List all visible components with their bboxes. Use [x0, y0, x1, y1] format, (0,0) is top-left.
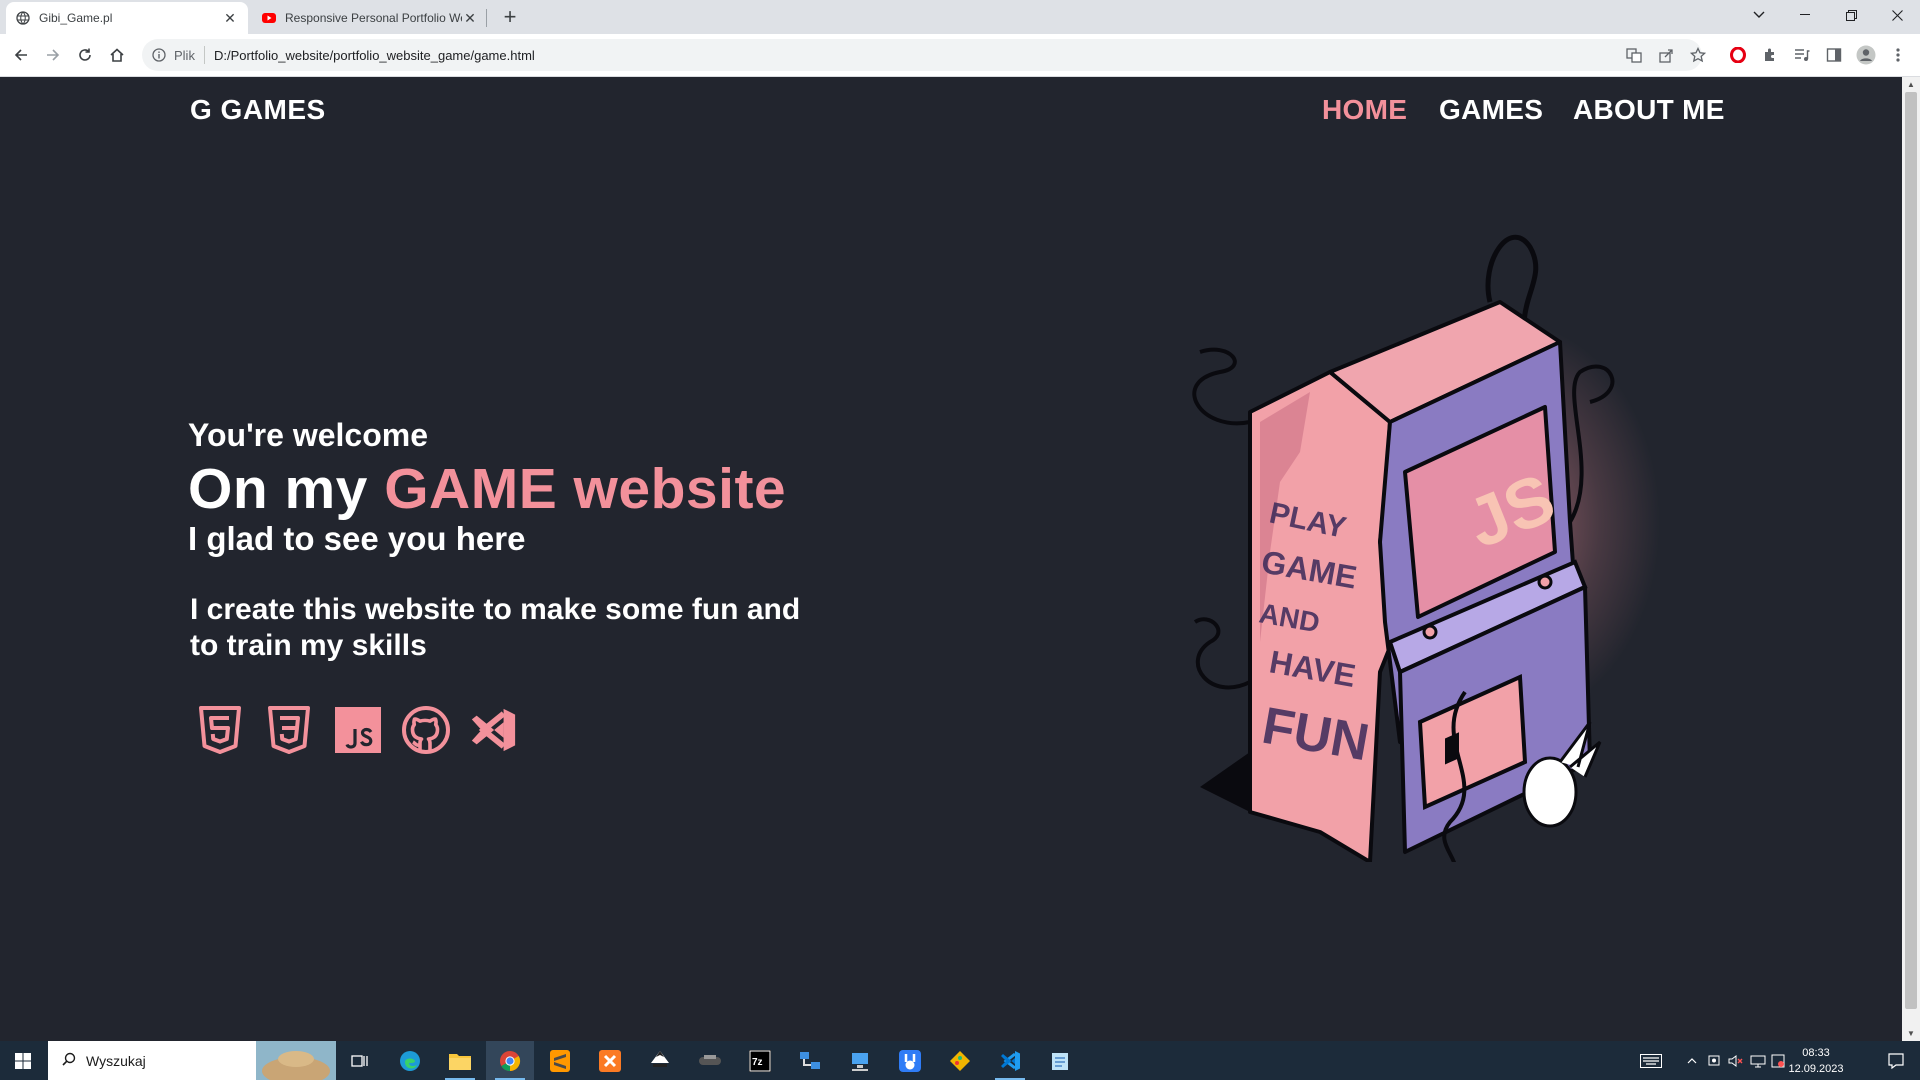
location-tray-icon[interactable] [1704, 1041, 1724, 1080]
scroll-down-icon[interactable]: ▼ [1907, 1029, 1915, 1038]
file-explorer-app-icon[interactable] [436, 1041, 484, 1080]
xampp-app-icon[interactable] [586, 1041, 634, 1080]
share-icon[interactable] [1656, 45, 1676, 65]
search-highlight-image [256, 1041, 336, 1080]
youtube-icon [262, 11, 276, 25]
volume-muted-icon[interactable] [1726, 1041, 1746, 1080]
sync-tray-icon[interactable] [1770, 1041, 1786, 1080]
profile-avatar-icon[interactable] [1856, 45, 1876, 65]
side-panel-icon[interactable] [1824, 45, 1844, 65]
site-info-icon[interactable] [152, 48, 166, 62]
bunny-body [1522, 756, 1578, 828]
git-app-icon[interactable] [936, 1041, 984, 1080]
taskbar-clock[interactable]: 08:33 12.09.2023 [1786, 1045, 1846, 1077]
close-tab-icon[interactable]: ✕ [462, 10, 478, 26]
windows-logo-icon [15, 1052, 31, 1069]
clock-time: 08:33 [1802, 1047, 1830, 1059]
svg-text:7z: 7z [752, 1057, 763, 1068]
joystick-left [1422, 624, 1438, 640]
scroll-up-icon[interactable]: ▲ [1907, 80, 1915, 89]
extensions-icon[interactable] [1760, 45, 1780, 65]
7zip-app-icon[interactable]: 7z [736, 1041, 784, 1080]
minimize-button[interactable] [1782, 0, 1828, 30]
web-page: G GAMES HOME GAMES ABOUT ME You're welco… [0, 77, 1920, 1041]
clock-date: 12.09.2023 [1788, 1063, 1844, 1075]
chrome-app-icon[interactable] [486, 1041, 534, 1080]
search-icon [62, 1052, 76, 1069]
sublime-app-icon[interactable] [536, 1041, 584, 1080]
nav-home[interactable]: HOME [1322, 94, 1407, 126]
game-app-icon[interactable] [686, 1041, 734, 1080]
tab-strip: Gibi_Game.pl ✕ Responsive Personal Portf… [0, 0, 1920, 34]
start-button[interactable] [0, 1041, 46, 1080]
network-app-icon[interactable] [786, 1041, 834, 1080]
url-scheme-label: Plik [174, 47, 195, 63]
tab-title: Responsive Personal Portfolio We [285, 11, 462, 25]
hero-title: On my GAME website [188, 456, 786, 522]
home-button[interactable] [103, 41, 131, 69]
remote-app-icon[interactable] [836, 1041, 884, 1080]
edge-app-icon[interactable] [386, 1041, 434, 1080]
translate-icon[interactable] [1624, 45, 1644, 65]
vscode-icon[interactable] [468, 704, 518, 756]
joystick-right [1537, 574, 1553, 590]
site-logo[interactable]: G GAMES [190, 94, 326, 126]
browser-chrome: Gibi_Game.pl ✕ Responsive Personal Portf… [0, 0, 1920, 77]
globe-icon [16, 11, 30, 25]
cord-left [1192, 347, 1251, 426]
back-button[interactable] [7, 41, 35, 69]
address-bar[interactable]: Plik D:/Portfolio_website/portfolio_webs… [142, 39, 1702, 71]
tab-title: Gibi_Game.pl [39, 11, 113, 25]
nav-about-me[interactable]: ABOUT ME [1573, 94, 1725, 126]
hero-subtitle: I glad to see you here [188, 520, 526, 557]
scroll-thumb[interactable] [1905, 92, 1917, 1009]
url-divider [203, 46, 205, 64]
forward-button[interactable] [39, 41, 67, 69]
hero-title-prefix: On my [188, 457, 385, 521]
vscode-app-icon[interactable] [986, 1041, 1034, 1080]
bookmark-star-icon[interactable] [1688, 45, 1708, 65]
taskbar-search-box[interactable]: Wyszukaj [48, 1041, 336, 1080]
inkscape-app-icon[interactable] [636, 1041, 684, 1080]
url-text[interactable]: D:/Portfolio_website/portfolio_website_g… [214, 48, 535, 63]
welcome-heading: You're welcome [188, 417, 428, 453]
page-scrollbar[interactable]: ▲ ▼ [1902, 77, 1920, 1041]
browser-menu-icon[interactable] [1888, 45, 1908, 65]
hero-title-accent: GAME website [384, 457, 787, 521]
cord-left-lower [1193, 617, 1251, 690]
opera-icon[interactable] [1728, 45, 1748, 65]
hero-description: I create this website to make some fun a… [190, 593, 801, 662]
hero-text: You're welcome On my GAME website I glad… [188, 417, 786, 558]
html5-icon[interactable] [195, 704, 245, 756]
close-tab-icon[interactable]: ✕ [222, 10, 238, 26]
show-hidden-icons[interactable] [1682, 1041, 1702, 1080]
restore-button[interactable] [1828, 0, 1874, 30]
tab-gibi-game[interactable]: Gibi_Game.pl ✕ [6, 2, 248, 34]
tab-separator [486, 9, 487, 27]
github-icon[interactable] [401, 704, 451, 756]
task-view-button[interactable] [336, 1041, 384, 1080]
new-tab-button[interactable]: + [498, 6, 522, 30]
nav-games[interactable]: GAMES [1439, 94, 1543, 126]
cabinet-shadow [1200, 752, 1250, 812]
notepad-app-icon[interactable] [1036, 1041, 1084, 1080]
reload-button[interactable] [71, 41, 99, 69]
css3-icon[interactable] [264, 704, 314, 756]
media-control-icon[interactable] [1792, 45, 1812, 65]
tab-search-icon[interactable] [1736, 0, 1782, 30]
notifications-icon[interactable] [1872, 1041, 1920, 1080]
browser-toolbar: Plik D:/Portfolio_website/portfolio_webs… [0, 34, 1920, 77]
tab-portfolio[interactable]: Responsive Personal Portfolio We ✕ [252, 2, 488, 34]
javascript-icon[interactable] [333, 704, 383, 756]
keyboard-layout-icon[interactable] [1631, 1041, 1671, 1080]
network-tray-icon[interactable] [1748, 1041, 1768, 1080]
bunny-app-icon[interactable] [886, 1041, 934, 1080]
search-placeholder: Wyszukaj [86, 1052, 146, 1069]
windows-taskbar: Wyszukaj 7z 08:33 12.09.2023 [0, 1041, 1920, 1080]
arcade-machine-illustration: JS PLAY GAME AND HAVE FUN [1192, 234, 1660, 862]
close-window-button[interactable] [1874, 0, 1920, 30]
